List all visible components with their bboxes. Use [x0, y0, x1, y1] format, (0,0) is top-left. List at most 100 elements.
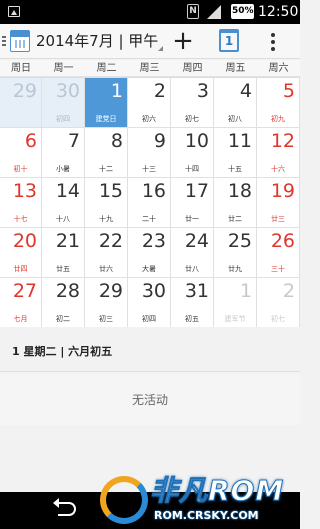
weekday-label: 周一 [53, 63, 74, 74]
day-number: 2 [282, 280, 295, 302]
day-number: 5 [282, 80, 295, 102]
day-number: 6 [24, 130, 37, 152]
drawer-menu-icon[interactable] [2, 36, 6, 46]
lunar-date-label: 初八 [228, 115, 242, 123]
day-cell[interactable]: 14 十八 [42, 178, 85, 228]
day-cell[interactable]: 30 初四 [128, 278, 171, 328]
day-cell[interactable]: 7 小暑 [42, 128, 85, 178]
day-number: 4 [239, 80, 252, 102]
today-button[interactable]: 1 [219, 29, 239, 52]
day-cell[interactable]: 30 初四 [42, 78, 85, 128]
day-cell[interactable]: 4 初八 [214, 78, 257, 128]
day-number: 23 [141, 230, 166, 252]
day-cell[interactable]: 11 十五 [214, 128, 257, 178]
day-cell[interactable]: 25 廿九 [214, 228, 257, 278]
day-number: 12 [270, 130, 295, 152]
day-cell[interactable]: 27 七月 [0, 278, 42, 328]
day-cell[interactable]: 29 初三 [85, 278, 128, 328]
weekday-label: 周三 [139, 63, 160, 74]
day-cell[interactable]: 26 三十 [257, 228, 300, 278]
lunar-date-label: 廿二 [228, 215, 242, 223]
day-cell[interactable]: 3 初七 [171, 78, 214, 128]
lunar-date-label: 建军节 [224, 315, 246, 323]
day-cell[interactable]: 18 廿二 [214, 178, 257, 228]
weekday-label: 周二 [96, 63, 117, 74]
lunar-date-label: 廿六 [99, 265, 113, 273]
weekday-label: 周四 [182, 63, 203, 74]
month-grid: 29 30 初四 1 建党日 2 初六 3 初七 4 初八 5 初九 6 初十 7 小暑 8 十二 9 十三 10 十四 11… [0, 77, 300, 328]
calendar-app-icon[interactable] [10, 30, 30, 52]
day-number: 31 [184, 280, 209, 302]
day-number: 21 [55, 230, 80, 252]
dropdown-indicator-icon[interactable] [158, 46, 163, 51]
lunar-date-label: 七月 [13, 315, 28, 323]
day-number: 30 [141, 280, 166, 302]
lunar-date-label: 十五 [228, 165, 242, 173]
day-number: 3 [196, 80, 209, 102]
day-cell[interactable]: 23 大暑 [128, 228, 171, 278]
weekday-label: 周日 [11, 63, 31, 74]
lunar-date-label: 初四 [56, 115, 70, 123]
watermark-url: ROM.CRSKY.COM [154, 509, 259, 522]
lunar-date-label: 初十 [13, 165, 28, 173]
day-number: 1 [239, 280, 252, 302]
overflow-menu-icon[interactable] [270, 33, 276, 51]
lunar-date-label: 廿八 [185, 265, 199, 273]
lunar-date-label: 十七 [13, 215, 28, 223]
day-number: 29 [12, 80, 37, 102]
add-event-button[interactable]: + [170, 25, 196, 57]
day-cell[interactable]: 6 初十 [0, 128, 42, 178]
day-number: 13 [12, 180, 37, 202]
day-number: 28 [55, 280, 80, 302]
day-cell[interactable]: 10 十四 [171, 128, 214, 178]
lunar-date-label: 初六 [142, 115, 156, 123]
day-cell[interactable]: 1 建军节 [214, 278, 257, 328]
day-number: 25 [227, 230, 252, 252]
month-title[interactable]: 2014年7月 | 甲午… [36, 29, 160, 53]
day-cell[interactable]: 21 廿五 [42, 228, 85, 278]
nfc-icon: N [187, 4, 199, 19]
day-cell[interactable]: 16 二十 [128, 178, 171, 228]
day-cell[interactable]: 24 廿八 [171, 228, 214, 278]
day-cell[interactable]: 17 廿一 [171, 178, 214, 228]
day-cell[interactable]: 15 十九 [85, 178, 128, 228]
day-number: 20 [12, 230, 37, 252]
day-cell[interactable]: 31 初五 [171, 278, 214, 328]
day-cell[interactable]: 28 初二 [42, 278, 85, 328]
day-cell[interactable]: 22 廿六 [85, 228, 128, 278]
day-number: 17 [184, 180, 209, 202]
day-number: 16 [141, 180, 166, 202]
lunar-date-label: 廿三 [271, 215, 285, 223]
day-cell[interactable]: 12 十六 [257, 128, 300, 178]
no-events-text: 无活动 [0, 375, 300, 425]
day-cell[interactable]: 9 十三 [128, 128, 171, 178]
lunar-date-label: 十三 [142, 165, 156, 173]
status-time: 12:50 [258, 4, 299, 20]
lunar-date-label: 三十 [271, 265, 285, 273]
day-cell[interactable]: 19 廿三 [257, 178, 300, 228]
lunar-date-label: 初七 [271, 315, 285, 323]
day-number: 29 [98, 280, 123, 302]
lunar-date-label: 二十 [142, 215, 156, 223]
day-cell[interactable]: 8 十二 [85, 128, 128, 178]
watermark-logo: 非凡ROM ROM.CRSKY.COM [100, 472, 300, 529]
lunar-date-label: 初七 [185, 115, 199, 123]
agenda-panel: 1 星期二 | 六月初五 无活动 [0, 327, 300, 492]
battery-icon: 50% [231, 4, 254, 19]
day-cell[interactable]: 2 初七 [257, 278, 300, 328]
day-cell[interactable]: 13 十七 [0, 178, 42, 228]
day-number: 15 [98, 180, 123, 202]
lunar-date-label: 初四 [142, 315, 156, 323]
weekday-label: 周五 [225, 63, 246, 74]
day-cell[interactable]: 5 初九 [257, 78, 300, 128]
day-number: 9 [153, 130, 166, 152]
divider [0, 371, 300, 372]
day-cell[interactable]: 2 初六 [128, 78, 171, 128]
lunar-date-label: 初二 [56, 315, 70, 323]
status-bar: N 50% 12:50 [0, 0, 300, 24]
day-number: 18 [227, 180, 252, 202]
day-cell[interactable]: 20 廿四 [0, 228, 42, 278]
back-icon[interactable] [53, 498, 76, 516]
day-cell[interactable]: 29 [0, 78, 42, 128]
day-cell[interactable]: 1 建党日 [85, 78, 128, 128]
